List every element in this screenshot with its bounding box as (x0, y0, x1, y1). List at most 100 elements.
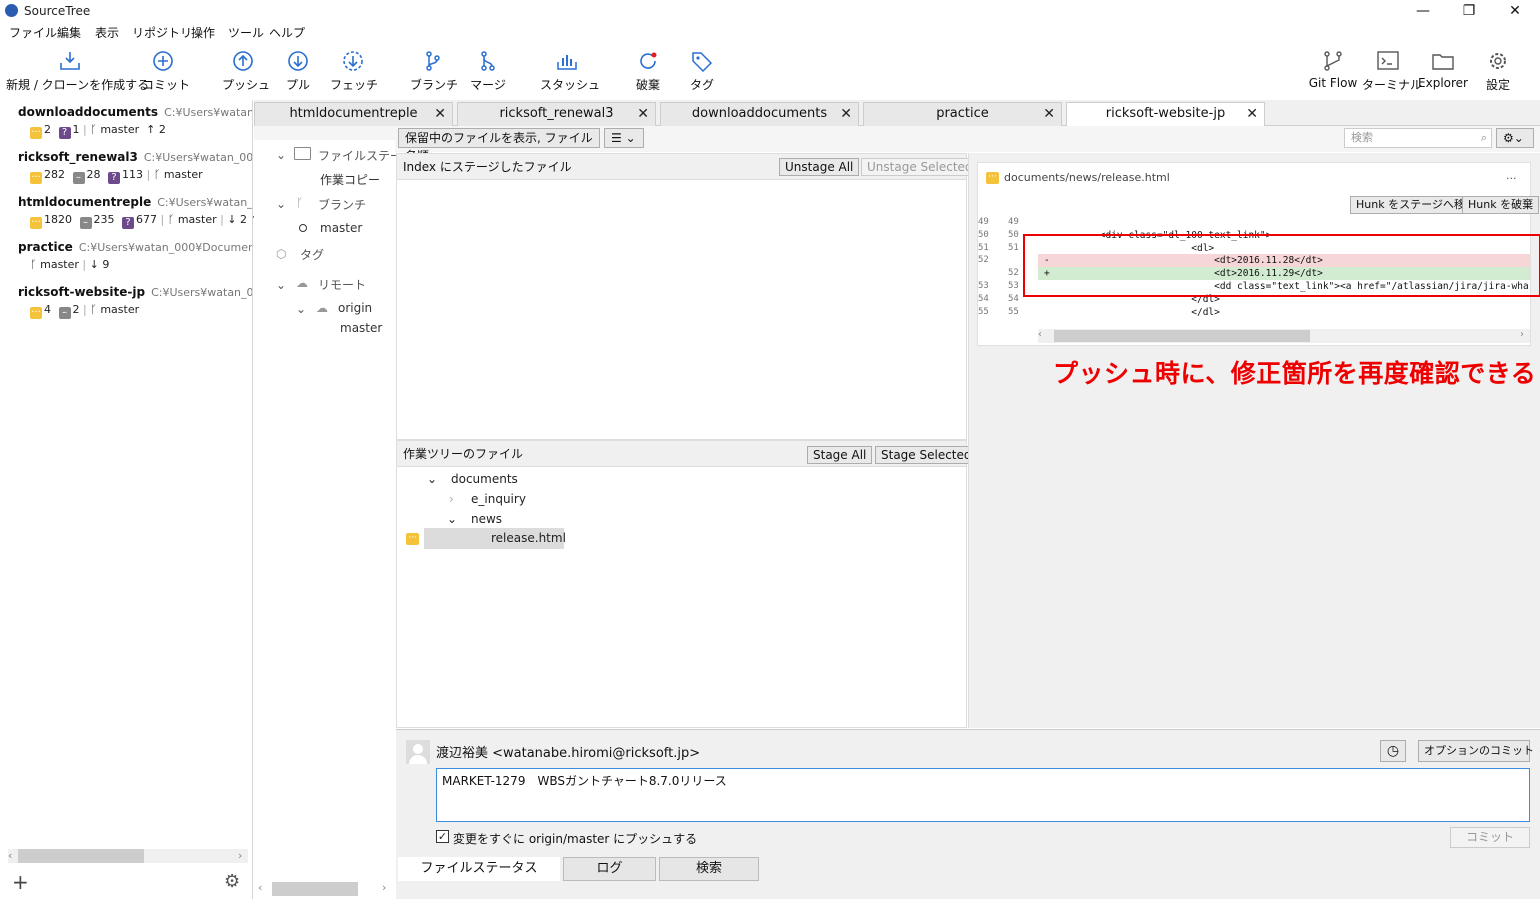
maximize-button[interactable]: ❐ (1446, 0, 1492, 22)
settings-button[interactable]: 設定 (1478, 42, 1518, 100)
menu-edit[interactable]: 編集 (57, 24, 81, 41)
explorer-button[interactable]: Explorer (1418, 42, 1468, 100)
chevron-down-icon[interactable]: ⌄ (276, 278, 286, 292)
scrollbar-thumb[interactable] (1054, 330, 1310, 342)
tab-close-icon[interactable]: ✕ (1043, 103, 1055, 125)
new-clone-button[interactable]: 新規 / クローンを作成する (6, 42, 149, 100)
fetch-button[interactable]: フェッチ (330, 42, 378, 100)
nav-remotes[interactable]: リモート (318, 276, 366, 293)
tab-ricksoft-renewal3[interactable]: ricksoft_renewal3 ✕ (457, 102, 656, 126)
unstage-all-button[interactable]: Unstage All (779, 158, 860, 176)
tab-downloaddocuments[interactable]: downloaddocuments ✕ (660, 102, 859, 126)
discard-button[interactable]: 破棄 (628, 42, 668, 100)
repo-item-ricksoft-renewal3[interactable]: ricksoft_renewal3C:¥Users¥watan_000¥Docu (18, 150, 252, 164)
scroll-right-icon[interactable]: › (1520, 329, 1524, 340)
tree-file-release-html: release.html (491, 531, 566, 545)
nav-remote-origin[interactable]: origin (338, 301, 372, 315)
tab-log[interactable]: ログ (563, 857, 656, 881)
unstage-selected-button[interactable]: Unstage Selected (861, 158, 979, 176)
sidebar-settings-icon[interactable]: ⚙ (224, 871, 240, 892)
chevron-down-icon[interactable]: ⌄ (276, 148, 286, 162)
commit-submit-button[interactable]: コミット (1450, 827, 1530, 848)
menu-help[interactable]: ヘルプ (269, 24, 305, 41)
gitflow-icon (1324, 51, 1342, 71)
chevron-down-icon[interactable]: ⌄ (427, 472, 437, 486)
chevron-right-icon[interactable]: › (449, 492, 454, 506)
chevron-down-icon[interactable]: ⌄ (296, 302, 306, 316)
scroll-left-icon[interactable]: ‹ (8, 849, 12, 862)
diff-more-button[interactable]: ... (1506, 169, 1517, 182)
nav-file-status[interactable]: ファイルステー (318, 147, 402, 164)
merge-button[interactable]: マージ (466, 42, 510, 100)
push-button[interactable]: プッシュ (222, 42, 270, 100)
tree-folder-news[interactable]: news (471, 512, 502, 526)
scroll-right-icon[interactable]: › (238, 849, 242, 862)
repo-item-practice[interactable]: practiceC:¥Users¥watan_000¥Documents¥p (18, 240, 252, 254)
commit-message-input[interactable]: MARKET-1279 WBSガントチャート8.7.0リリース (436, 768, 1530, 822)
menu-file[interactable]: ファイル (9, 24, 57, 41)
tree-file-selected[interactable]: release.html (424, 528, 566, 549)
menu-tools[interactable]: ツール (228, 24, 264, 41)
file-filter-bar: 保留中のファイルを表示, ファイル名順⌄ ☰ ⌄ 検索⌕ ⚙⌄ (254, 126, 1540, 163)
nav-working-copy[interactable]: 作業コピー (320, 171, 380, 188)
history-clock-button[interactable]: ◷ (1380, 740, 1406, 762)
list-mode-select[interactable]: ☰ ⌄ (604, 128, 644, 148)
chevron-down-icon[interactable]: ⌄ (276, 197, 286, 211)
repo-status: ᚴ master | ↓ 9 (30, 258, 110, 271)
tab-file-status[interactable]: ファイルステータス (398, 857, 560, 881)
repo-item-ricksoft-website-jp[interactable]: ricksoft-website-jpC:¥Users¥watan_000¥Do (18, 285, 252, 299)
stash-button[interactable]: スタッシュ (540, 42, 600, 100)
tab-practice[interactable]: practice ✕ (863, 102, 1062, 126)
tab-close-icon[interactable]: ✕ (434, 103, 446, 125)
stage-all-button[interactable]: Stage All (807, 446, 873, 464)
tab-close-icon[interactable]: ✕ (1246, 103, 1258, 125)
nav-remote-master[interactable]: master (340, 321, 382, 335)
tab-ricksoft-website-jp[interactable]: ricksoft-website-jp ✕ (1066, 102, 1265, 126)
gitflow-button[interactable]: Git Flow (1308, 42, 1358, 100)
menu-view[interactable]: 表示 (95, 24, 119, 41)
file-view-select[interactable]: 保留中のファイルを表示, ファイル名順⌄ (398, 128, 600, 163)
old-line-number: 50 (978, 229, 989, 240)
push-immediately-checkbox[interactable]: ✓ (436, 830, 449, 843)
chevron-down-icon[interactable]: ⌄ (447, 512, 457, 526)
tab-htmldocumentreple[interactable]: htmldocumentreple ✕ (254, 102, 453, 126)
scroll-left-icon[interactable]: ‹ (1038, 329, 1042, 340)
sidebar-scrollbar[interactable]: › ‹ (8, 849, 248, 863)
close-button[interactable]: ✕ (1492, 0, 1538, 22)
diff-scrollbar[interactable]: ‹ › (1038, 329, 1530, 343)
discard-hunk-button[interactable]: Hunk を破棄 (1462, 196, 1540, 214)
scroll-right-icon[interactable]: › (382, 881, 386, 894)
gear-icon: ⚙ (1503, 131, 1514, 145)
stage-selected-button[interactable]: Stage Selected (875, 446, 978, 464)
search-input[interactable]: 検索 ⌕ (1344, 128, 1492, 148)
tab-search[interactable]: 検索 (659, 857, 759, 881)
nav-branch-master[interactable]: master (320, 221, 362, 235)
branch-button[interactable]: ブランチ (410, 42, 458, 100)
scroll-left-icon[interactable]: ‹ (258, 881, 262, 894)
menu-actions[interactable]: 操作 (191, 24, 215, 41)
old-line-number: 52 (978, 255, 989, 266)
tree-folder-documents[interactable]: documents (451, 472, 518, 486)
nav-scrollbar[interactable]: ‹ › (258, 881, 392, 897)
tree-folder-e-inquiry[interactable]: e_inquiry (471, 492, 526, 506)
filter-settings-button[interactable]: ⚙⌄ (1496, 128, 1534, 148)
nav-branches[interactable]: ブランチ (318, 196, 366, 213)
toolbar: 新規 / クローンを作成する コミット プッシュ プル フェッチ ブランチ マー… (0, 42, 1540, 100)
pull-button[interactable]: プル (280, 42, 316, 100)
terminal-button[interactable]: ターミナル (1362, 42, 1422, 100)
nav-tags[interactable]: タグ (300, 246, 324, 263)
old-line-number: 51 (978, 242, 989, 253)
tab-close-icon[interactable]: ✕ (840, 103, 852, 125)
scrollbar-thumb[interactable] (18, 849, 144, 863)
tag-button[interactable]: タグ (684, 42, 720, 100)
minimize-button[interactable]: — (1400, 0, 1446, 22)
commit-options-select[interactable]: オプションのコミット ⌄ (1418, 740, 1540, 762)
add-repository-button[interactable]: + (12, 870, 29, 894)
tab-close-icon[interactable]: ✕ (637, 103, 649, 125)
repo-item-htmldocumentreple[interactable]: htmldocumentrepleC:¥Users¥watan_000¥Do (18, 195, 252, 209)
branch-icon: ᚴ (167, 213, 175, 226)
menu-repository[interactable]: リポジトリ (132, 24, 192, 41)
commit-button[interactable]: コミット (142, 42, 190, 100)
scrollbar-thumb[interactable] (272, 882, 358, 896)
repo-item-downloaddocuments[interactable]: downloaddocumentsC:¥Users¥watan_000¥D (18, 105, 252, 119)
